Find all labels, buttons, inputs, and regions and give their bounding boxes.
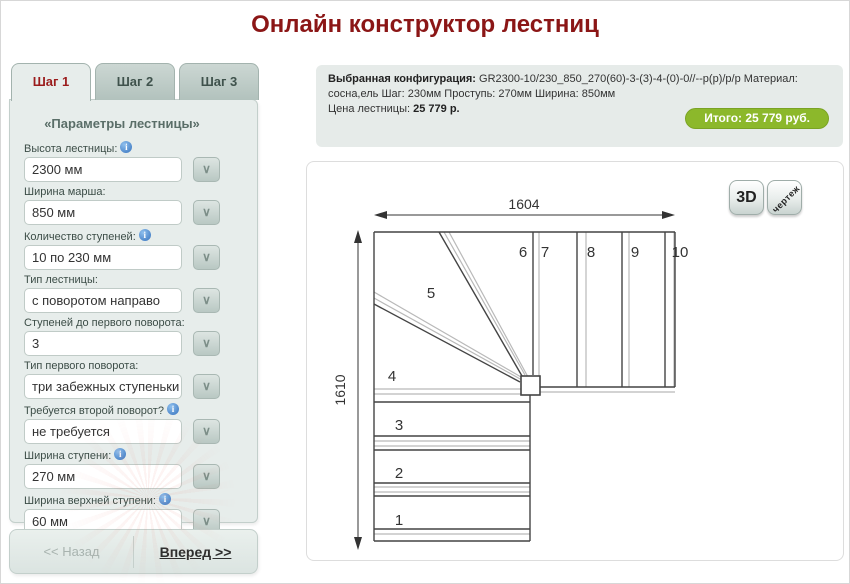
step-label: 8 <box>587 244 595 261</box>
field-label: Требуется второй поворот? <box>24 405 164 417</box>
info-icon[interactable]: i <box>120 141 132 153</box>
view-3d-button[interactable]: 3D <box>729 180 764 215</box>
select-value[interactable]: 270 мм <box>24 464 182 489</box>
field-label: Тип лестницы: <box>24 274 98 286</box>
field-label: Ширина ступени: <box>24 450 111 462</box>
select-dropdown-button[interactable]: ∨ <box>193 419 220 444</box>
select-value[interactable]: 10 по 230 мм <box>24 245 182 270</box>
tab-step-3[interactable]: Шаг 3 <box>179 63 259 100</box>
select-dropdown-button[interactable]: ∨ <box>193 245 220 270</box>
info-icon[interactable]: i <box>114 448 126 460</box>
total-badge: Итого: 25 779 руб. <box>685 108 829 129</box>
select-value[interactable]: с поворотом направо <box>24 288 182 313</box>
wizard-nav: << Назад Вперед >> <box>9 529 258 574</box>
select-dropdown-button[interactable]: ∨ <box>193 374 220 399</box>
form-field: Количество ступеней:i 10 по 230 мм ∨ <box>24 229 257 270</box>
dimension-width-label: 1604 <box>508 196 539 212</box>
form-field: Ступеней до первого поворота: 3 ∨ <box>24 317 257 356</box>
info-icon[interactable]: i <box>167 403 179 415</box>
fields: Высота лестницы:i 2300 мм ∨ Ширина марша… <box>24 141 257 534</box>
field-label: Тип первого поворота: <box>24 360 138 372</box>
config-label: Выбранная конфигурация: <box>328 73 476 85</box>
select-dropdown-button[interactable]: ∨ <box>193 157 220 182</box>
step-label: 2 <box>395 465 403 482</box>
step-label: 10 <box>672 244 689 261</box>
form-field: Высота лестницы:i 2300 мм ∨ <box>24 141 257 182</box>
tab-step-2[interactable]: Шаг 2 <box>95 63 175 100</box>
tab-step-1[interactable]: Шаг 1 <box>11 63 91 101</box>
price-value: 25 779 р. <box>413 103 459 115</box>
dimension-height-label: 1610 <box>332 374 348 405</box>
form-field: Ширина ступени:i 270 мм ∨ <box>24 448 257 489</box>
select-value[interactable]: 2300 мм <box>24 157 182 182</box>
select-dropdown-button[interactable]: ∨ <box>193 331 220 356</box>
step-label: 3 <box>395 417 403 434</box>
step-label: 9 <box>631 244 639 261</box>
dimension-arrows <box>354 211 675 550</box>
page-title: Онлайн конструктор лестниц <box>1 11 849 39</box>
info-icon[interactable]: i <box>139 229 151 241</box>
stair-plan-svg: 1604 1610 <box>307 162 845 562</box>
step-label: 7 <box>541 244 549 261</box>
stair-constructor-page: Онлайн конструктор лестниц Шаг 1 Шаг 2 Ш… <box>0 0 850 584</box>
select-dropdown-button[interactable]: ∨ <box>193 200 220 225</box>
form-field: Ширина марша: 850 мм ∨ <box>24 186 257 225</box>
step-label: 6 <box>519 244 527 261</box>
stair-diagram-panel: 1604 1610 <box>306 161 844 561</box>
step-label: 5 <box>427 285 435 302</box>
step-label: 4 <box>388 368 396 385</box>
step-tabs: Шаг 1 Шаг 2 Шаг 3 <box>11 63 259 101</box>
select-value[interactable]: три забежных ступеньки <box>24 374 182 399</box>
price-label: Цена лестницы: <box>328 103 413 115</box>
config-summary-box: Выбранная конфигурация: GR2300-10/230_85… <box>316 65 843 147</box>
field-label: Ширина марша: <box>24 186 106 198</box>
field-label: Ступеней до первого поворота: <box>24 317 185 329</box>
drawing-button-label: чертеж <box>767 180 802 215</box>
field-label: Количество ступеней: <box>24 231 136 243</box>
select-value[interactable]: 3 <box>24 331 182 356</box>
form-field: Требуется второй поворот?i не требуется … <box>24 403 257 444</box>
field-label: Высота лестницы: <box>24 143 117 155</box>
form-field: Тип лестницы: с поворотом направо ∨ <box>24 274 257 313</box>
form-field: Тип первого поворота: три забежных ступе… <box>24 360 257 399</box>
parameters-heading: «Параметры лестницы» <box>24 108 220 141</box>
newel-post <box>521 376 540 395</box>
select-dropdown-button[interactable]: ∨ <box>193 464 220 489</box>
drawing-button[interactable]: чертеж <box>767 180 802 215</box>
form-field: Ширина верхней ступени:i 60 мм ∨ <box>24 493 257 534</box>
forward-button[interactable]: Вперед >> <box>134 544 257 560</box>
select-value[interactable]: не требуется <box>24 419 182 444</box>
field-label: Ширина верхней ступени: <box>24 495 156 507</box>
select-value[interactable]: 850 мм <box>24 200 182 225</box>
back-button[interactable]: << Назад <box>10 544 133 559</box>
step-label: 1 <box>395 512 403 529</box>
info-icon[interactable]: i <box>159 493 171 505</box>
parameters-panel: «Параметры лестницы» Высота лестницы:i 2… <box>9 99 258 523</box>
select-dropdown-button[interactable]: ∨ <box>193 288 220 313</box>
